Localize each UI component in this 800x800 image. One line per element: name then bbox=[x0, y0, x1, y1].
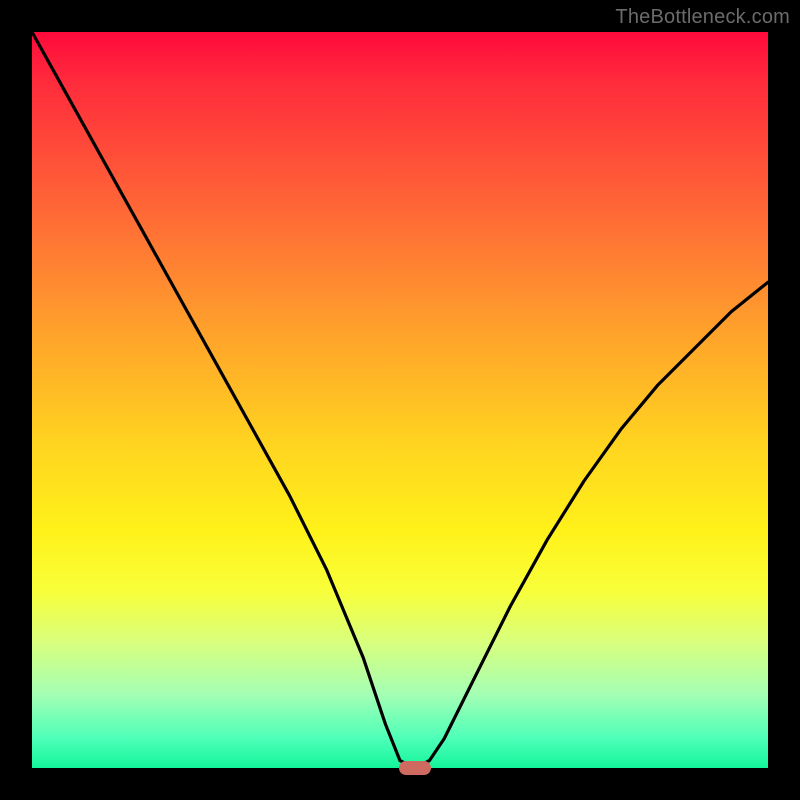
optimum-marker bbox=[399, 761, 431, 775]
curve-path bbox=[32, 32, 768, 768]
chart-frame: TheBottleneck.com bbox=[0, 0, 800, 800]
watermark-text: TheBottleneck.com bbox=[615, 6, 790, 29]
plot-area bbox=[32, 32, 768, 768]
bottleneck-curve bbox=[32, 32, 768, 768]
